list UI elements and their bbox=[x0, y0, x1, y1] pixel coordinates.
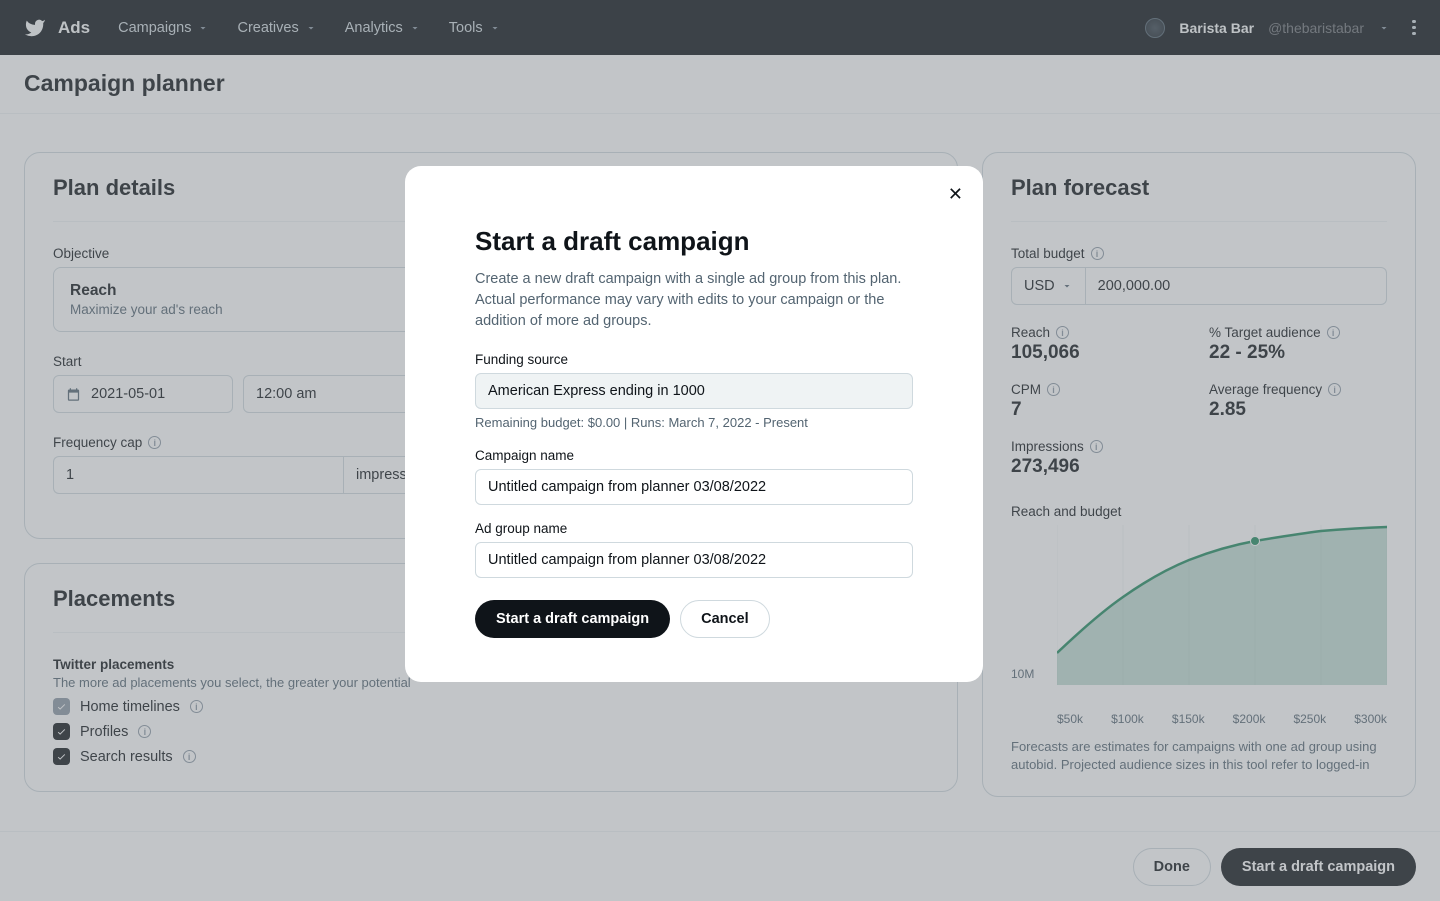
funding-source-label: Funding source bbox=[475, 352, 913, 367]
modal-title: Start a draft campaign bbox=[475, 226, 913, 257]
close-icon[interactable]: ✕ bbox=[948, 184, 963, 205]
start-draft-modal: ✕ Start a draft campaign Create a new dr… bbox=[405, 166, 983, 682]
modal-start-button[interactable]: Start a draft campaign bbox=[475, 600, 670, 638]
funding-source-hint: Remaining budget: $0.00 | Runs: March 7,… bbox=[475, 415, 913, 430]
campaign-name-input[interactable]: Untitled campaign from planner 03/08/202… bbox=[475, 469, 913, 505]
modal-cancel-button[interactable]: Cancel bbox=[680, 600, 770, 638]
modal-description: Create a new draft campaign with a singl… bbox=[475, 269, 913, 332]
campaign-name-label: Campaign name bbox=[475, 448, 913, 463]
adgroup-name-label: Ad group name bbox=[475, 521, 913, 536]
funding-source-select[interactable]: American Express ending in 1000 bbox=[475, 373, 913, 409]
adgroup-name-input[interactable]: Untitled campaign from planner 03/08/202… bbox=[475, 542, 913, 578]
